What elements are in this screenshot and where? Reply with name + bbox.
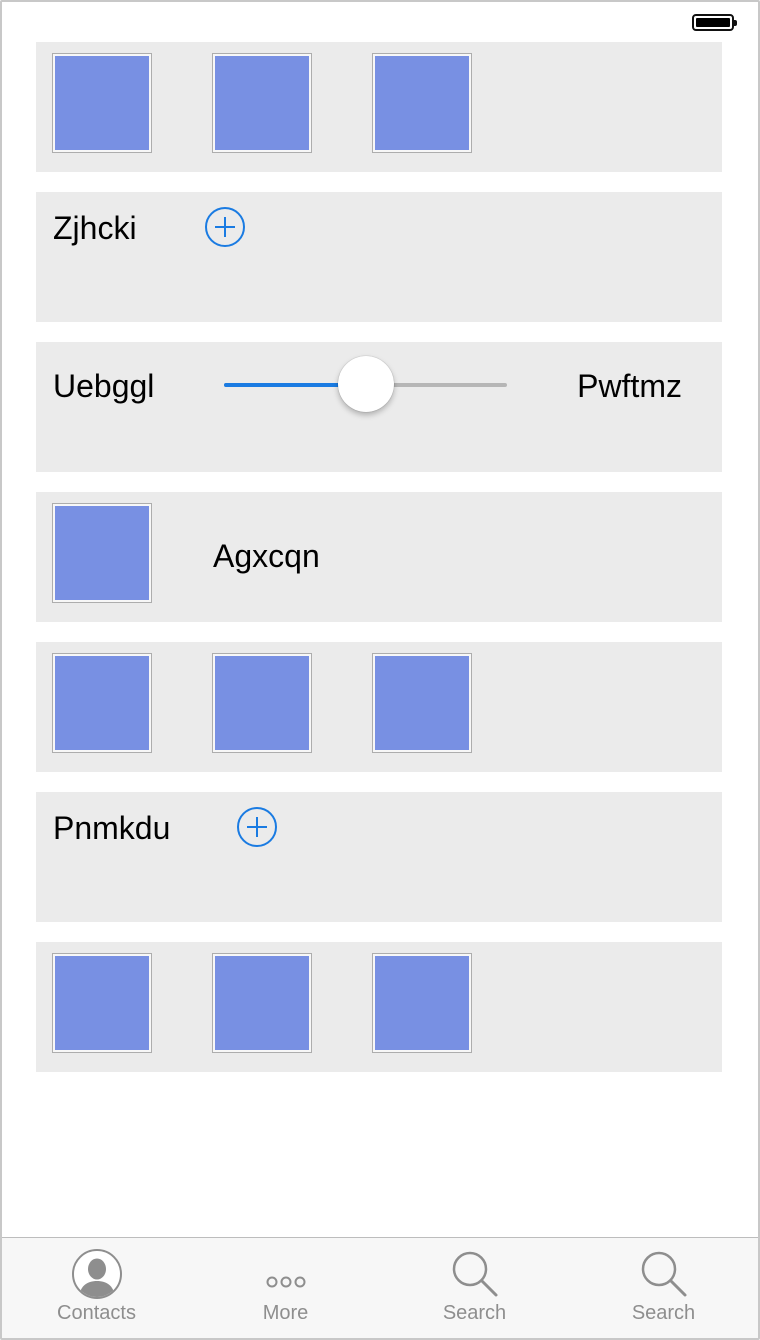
image-thumbnail[interactable] <box>52 953 152 1053</box>
search-icon <box>641 1251 686 1297</box>
tab-label: Search <box>442 1302 507 1324</box>
tab-bar: Contacts More Search Search <box>2 1237 758 1338</box>
image-thumbnail[interactable] <box>372 53 472 153</box>
slider-row: Uebggl Pwftmz <box>36 342 722 472</box>
image-thumbnail[interactable] <box>212 653 312 753</box>
tab-search[interactable]: Search <box>380 1238 569 1338</box>
image-thumbnail[interactable] <box>372 953 472 1053</box>
row-label: Agxcqn <box>213 538 320 574</box>
add-circle-icon[interactable] <box>205 207 245 247</box>
contact-person-icon <box>71 1249 122 1299</box>
label-add-row: Pnmkdu <box>36 792 722 922</box>
image-thumbnail[interactable] <box>52 53 152 153</box>
battery-full-icon <box>692 14 737 31</box>
image-thumbnail[interactable] <box>212 53 312 153</box>
slider-thumb[interactable] <box>337 356 394 412</box>
image-row <box>36 642 722 772</box>
row-label: Zjhcki <box>53 210 137 246</box>
image-row <box>36 942 722 1072</box>
image-thumbnail[interactable] <box>212 953 312 1053</box>
row-label: Pnmkdu <box>53 810 171 846</box>
image-label-row: Agxcqn <box>36 492 722 622</box>
tab-label: Contacts <box>57 1302 136 1324</box>
tab-label: Search <box>631 1302 696 1324</box>
search-icon <box>452 1251 497 1297</box>
label-add-row: Zjhcki <box>36 192 722 322</box>
tab-more[interactable]: More <box>191 1238 380 1338</box>
image-row <box>36 42 722 172</box>
tab-search-2[interactable]: Search <box>569 1238 758 1338</box>
slider-min-label: Uebggl <box>53 368 155 404</box>
image-thumbnail[interactable] <box>372 653 472 753</box>
add-circle-icon[interactable] <box>237 807 277 847</box>
tab-label: More <box>262 1302 309 1324</box>
slider-max-label: Pwftmz <box>577 368 682 404</box>
app-screen: Zjhcki Uebggl Pwftmz Agxcqn Pnmkdu Conta… <box>0 0 760 1340</box>
image-thumbnail[interactable] <box>52 503 152 603</box>
tab-contacts[interactable]: Contacts <box>2 1238 191 1338</box>
image-thumbnail[interactable] <box>52 653 152 753</box>
more-dots-icon <box>266 1276 305 1288</box>
